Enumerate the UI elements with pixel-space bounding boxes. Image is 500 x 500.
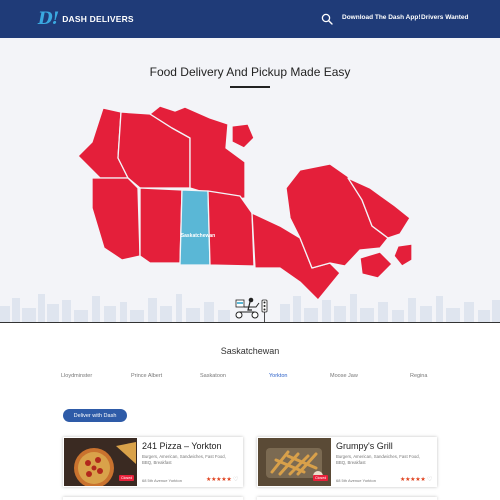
restaurant-address: 68 5th Avenue Yorkton — [336, 478, 376, 483]
restaurant-tags: Burgers, American, Sandwiches, Fast Food… — [142, 454, 226, 465]
closed-badge: Closed — [119, 475, 135, 481]
city-tab-yorkton[interactable]: Yorkton — [269, 373, 287, 379]
logo-mark: D! — [38, 9, 59, 29]
map-region-saskatchewan[interactable] — [179, 189, 211, 266]
heart-icon[interactable]: ♡ — [427, 476, 432, 483]
city-tab-saskatoon[interactable]: Saskatoon — [200, 373, 226, 379]
map-region-alberta[interactable] — [139, 187, 183, 264]
hero-section: Food Delivery And Pickup Made Easy Saska… — [0, 38, 500, 323]
search-icon[interactable] — [321, 13, 333, 25]
city-tab-moose-jaw[interactable]: Moose Jaw — [330, 373, 358, 379]
canada-map: Saskatchewan — [77, 105, 413, 322]
map-region-label: Saskatchewan — [181, 233, 215, 239]
restaurant-tags: Burgers, American, Sandwiches, Fast Food… — [336, 454, 420, 465]
scooter-delivery-icon — [235, 297, 260, 319]
city-tab-regina[interactable]: Regina — [410, 373, 427, 379]
deliver-with-dash-button[interactable]: Deliver with Dash — [63, 409, 127, 422]
logo-text: DASH DELIVERS — [62, 14, 134, 24]
city-tab-prince-albert[interactable]: Prince Albert — [131, 373, 162, 379]
rating-stars: ★★★★★ — [206, 477, 232, 483]
traffic-light-icon — [261, 299, 268, 322]
city-tab-lloydminster[interactable]: Lloydminster — [61, 373, 92, 379]
nav-drivers-wanted[interactable]: Drivers Wanted — [421, 14, 468, 21]
map-region-newfoundland[interactable] — [393, 243, 413, 267]
map-region-maritimes[interactable] — [359, 251, 393, 279]
closed-badge: Closed — [313, 475, 329, 481]
restaurant-address: 68 5th Avenue Yorkton — [142, 478, 182, 483]
restaurant-name: Grumpy's Grill — [336, 441, 393, 451]
restaurant-name: 241 Pizza – Yorkton — [142, 441, 222, 451]
restaurant-card[interactable]: Closed 241 Pizza – Yorkton Burgers, Amer… — [63, 437, 243, 487]
province-title: Saskatchewan — [220, 346, 280, 356]
map-region-manitoba[interactable] — [207, 190, 255, 267]
hero-ground-line — [0, 322, 500, 323]
map-region-arctic-islands[interactable] — [231, 123, 255, 149]
city-tabs: Lloydminster Prince Albert Saskatoon Yor… — [0, 373, 500, 383]
nav-download-app[interactable]: Download The Dash App! — [342, 14, 420, 21]
restaurant-card[interactable]: Closed Grumpy's Grill Burgers, American,… — [257, 437, 437, 487]
logo[interactable]: D! DASH DELIVERS — [38, 9, 134, 29]
top-nav-bar: D! DASH DELIVERS Download The Dash App! … — [0, 0, 500, 38]
heart-icon[interactable]: ♡ — [233, 476, 238, 483]
rating-stars: ★★★★★ — [400, 477, 426, 483]
map-region-british-columbia[interactable] — [91, 177, 141, 261]
